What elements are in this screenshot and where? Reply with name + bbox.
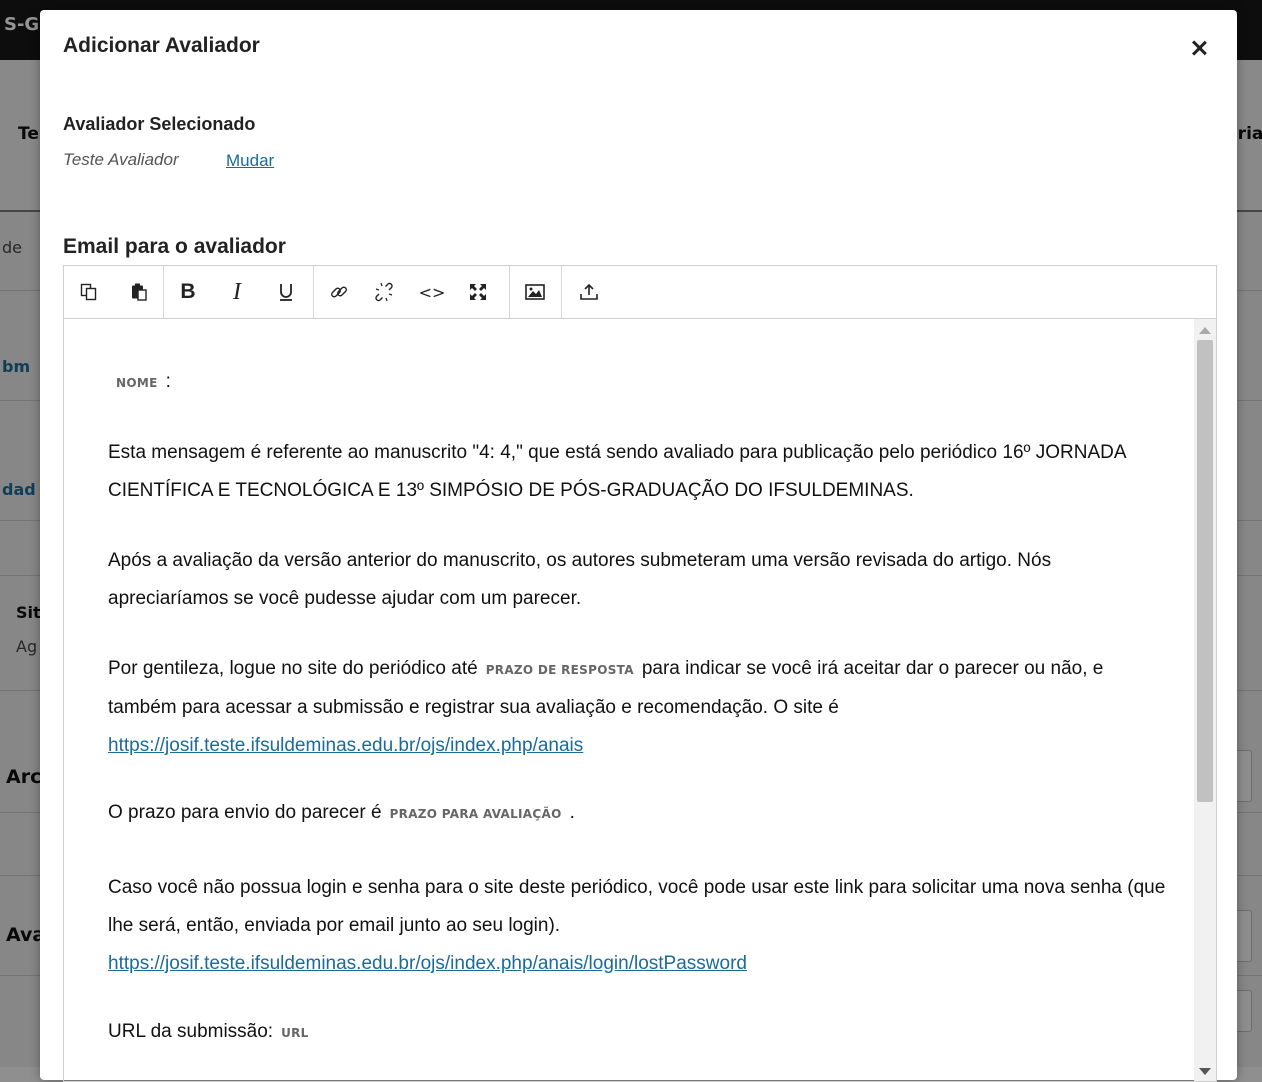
- lost-password-link[interactable]: https://josif.teste.ifsuldeminas.edu.br/…: [108, 953, 747, 974]
- paragraph-url: URL da submissão: URL: [108, 1013, 1168, 1052]
- editor-toolbar: B I <>: [64, 266, 1216, 319]
- submission-url-label: URL da submissão:: [108, 1021, 274, 1042]
- toolbar-group-clipboard: [64, 266, 164, 318]
- link-icon[interactable]: [326, 279, 352, 305]
- email-editor: B I <> NOME: Esta mensagem é referente …: [63, 265, 1217, 1082]
- paragraph-deadline-start: O prazo para envio do parecer é: [108, 802, 382, 823]
- scroll-up-arrow-icon[interactable]: [1199, 327, 1211, 334]
- journal-link[interactable]: https://josif.teste.ifsuldeminas.edu.br/…: [108, 735, 583, 756]
- code-icon[interactable]: <>: [419, 279, 446, 305]
- variable-url: URL: [281, 1026, 309, 1040]
- toolbar-group-media: [509, 266, 562, 318]
- paragraph-revision: Após a avaliação da versão anterior do m…: [108, 550, 1052, 609]
- scroll-thumb[interactable]: [1197, 340, 1213, 802]
- variable-name: NOME: [116, 376, 158, 390]
- paragraph-login: Por gentileza, logue no site do periódic…: [108, 650, 1168, 765]
- paragraph-deadline: O prazo para envio do parecer é PRAZO PAR…: [108, 794, 1168, 833]
- fullscreen-icon[interactable]: [465, 279, 491, 305]
- email-body[interactable]: NOME: Esta mensagem é referente ao manus…: [64, 319, 1194, 1081]
- italic-icon[interactable]: I: [224, 279, 250, 305]
- upload-icon[interactable]: [576, 279, 602, 305]
- paste-icon[interactable]: [126, 279, 152, 305]
- underline-icon[interactable]: [273, 279, 299, 305]
- close-button[interactable]: [1187, 36, 1211, 60]
- scroll-down-arrow-icon[interactable]: [1199, 1068, 1211, 1075]
- variable-response-due: PRAZO DE RESPOSTA: [485, 663, 634, 677]
- paragraph-password: Caso você não possua login e senha para …: [108, 869, 1168, 983]
- paragraph-deadline-end: .: [569, 802, 575, 823]
- toolbar-group-format: B I: [163, 266, 314, 318]
- selected-reviewer-label: Avaliador Selecionado: [63, 114, 256, 134]
- bold-icon[interactable]: B: [175, 279, 201, 305]
- add-reviewer-modal: Adicionar Avaliador Avaliador Selecionad…: [40, 10, 1237, 1082]
- paragraph-login-start: Por gentileza, logue no site do periódic…: [108, 658, 478, 679]
- toolbar-group-insert: <>: [313, 266, 510, 318]
- greeting-colon: :: [165, 371, 171, 392]
- selected-reviewer-name: Teste Avaliador: [63, 150, 179, 169]
- paragraph-password-text: Caso você não possua login e senha para …: [108, 877, 1166, 936]
- paragraph-intro: Esta mensagem é referente ao manuscrito …: [108, 442, 1126, 501]
- variable-review-due: PRAZO PARA AVALIAÇÃO: [389, 807, 562, 821]
- modal-title: Adicionar Avaliador: [63, 34, 260, 57]
- image-icon[interactable]: [522, 279, 548, 305]
- editor-scrollbar[interactable]: [1194, 319, 1216, 1081]
- change-reviewer-link[interactable]: Mudar: [226, 151, 274, 171]
- copy-icon[interactable]: [76, 279, 102, 305]
- greeting-line: NOME:: [108, 363, 1168, 402]
- unlink-icon[interactable]: [371, 279, 397, 305]
- email-label: Email para o avaliador: [63, 235, 286, 258]
